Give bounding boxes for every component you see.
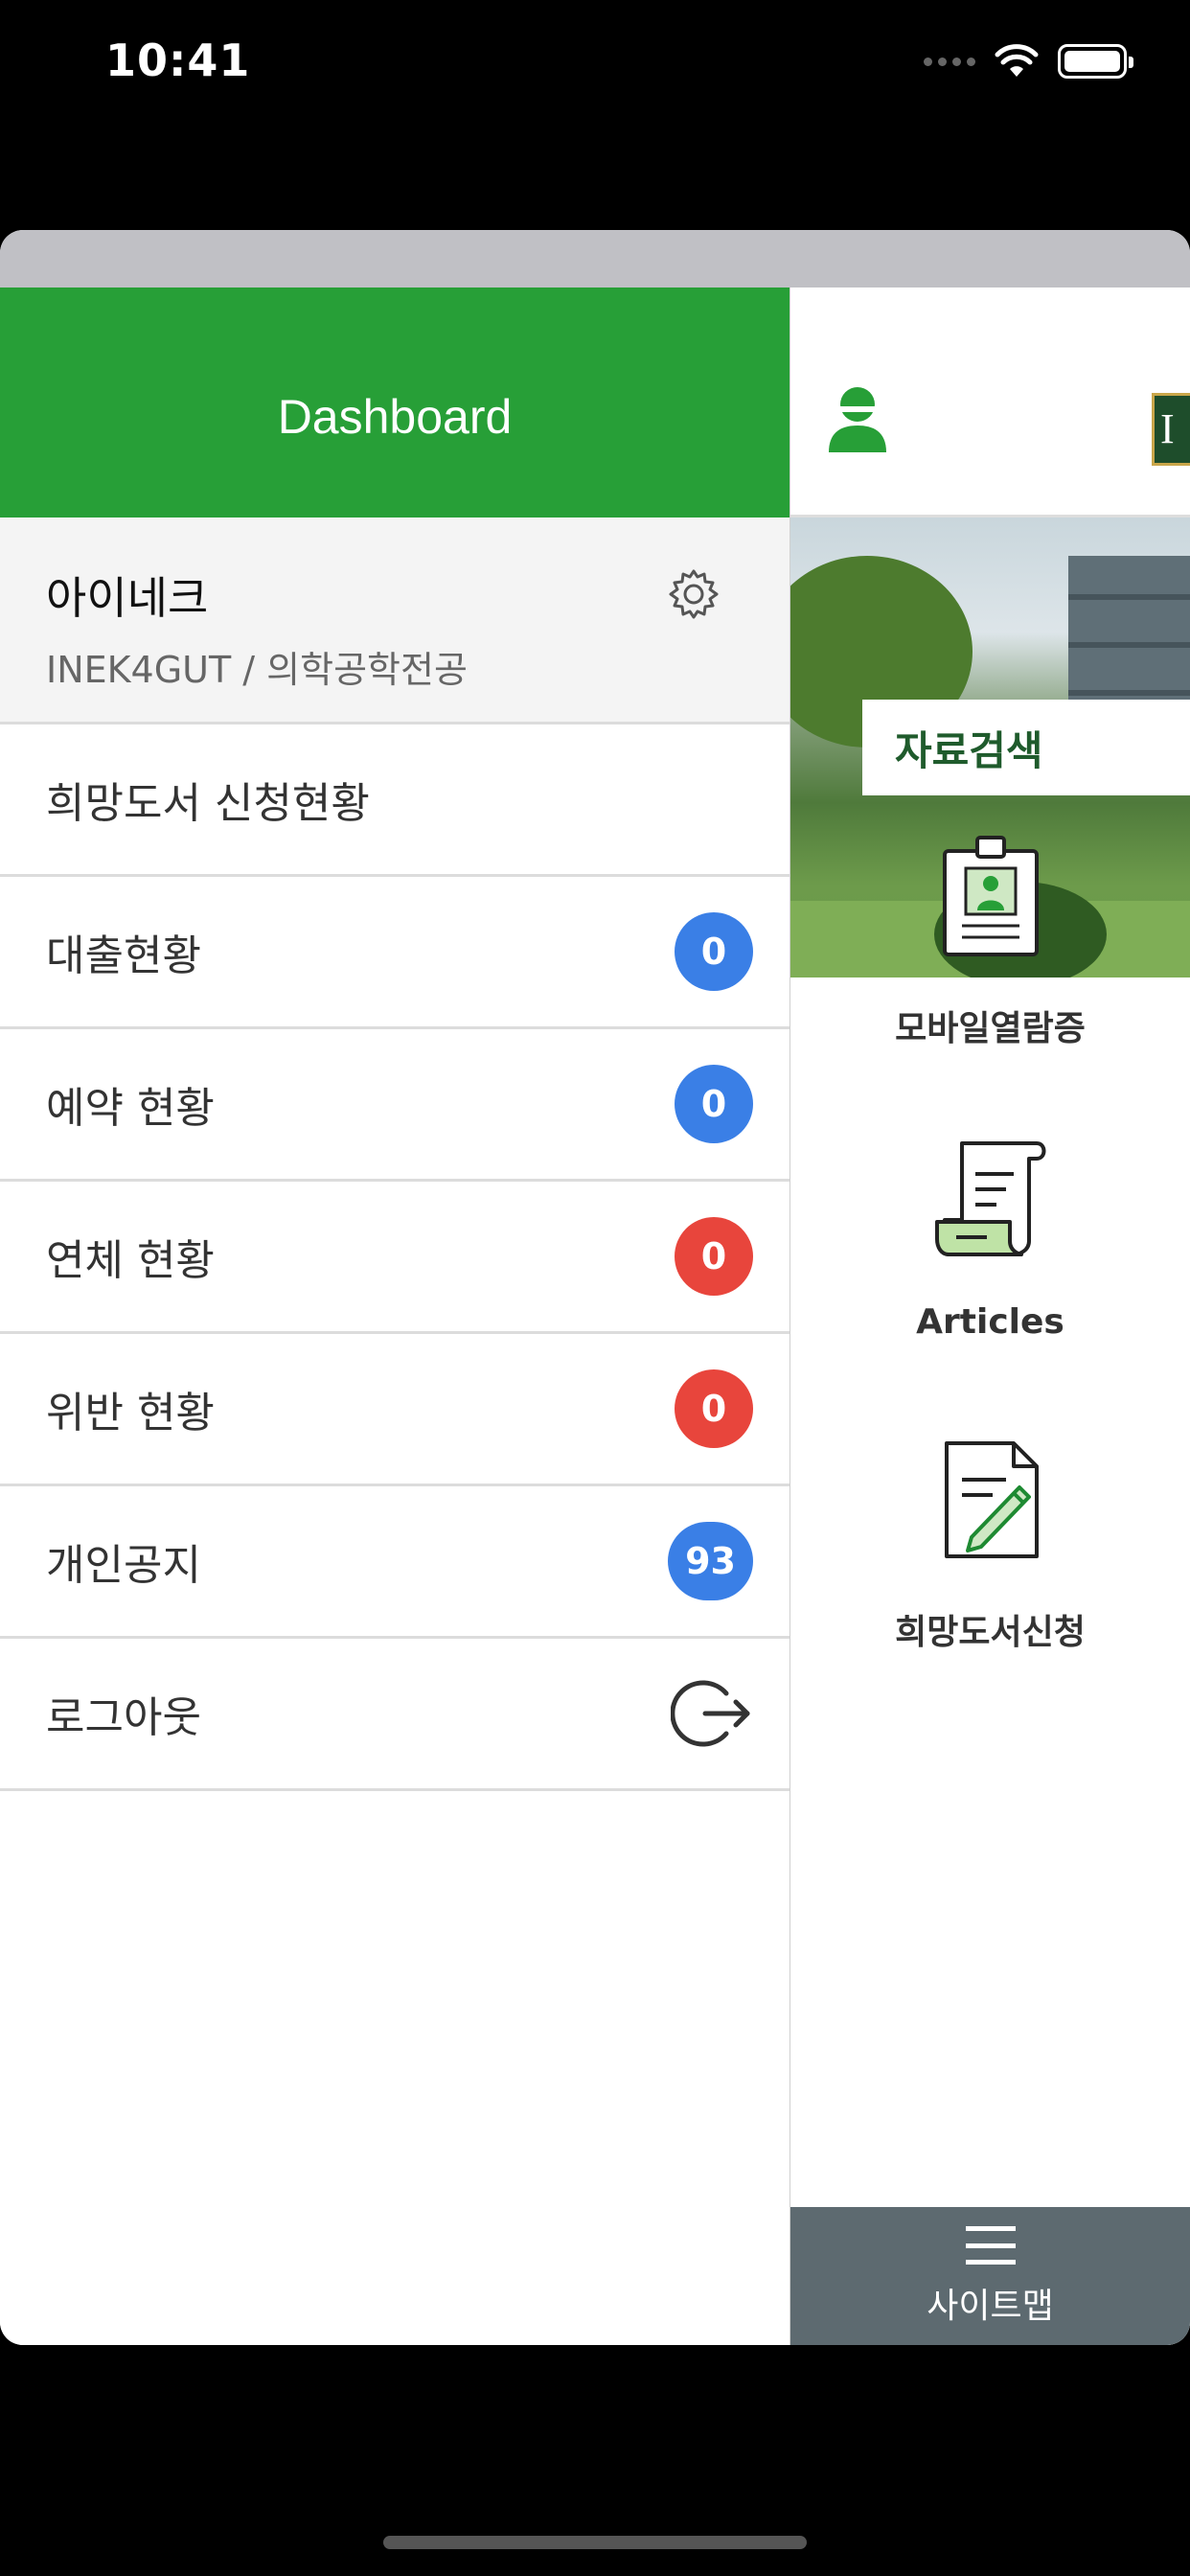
sitemap-label: 사이트맵	[927, 2287, 1054, 2326]
side-drawer: Dashboard 아이네크 INEK4GUT / 의학공학전공 희망도서 신청…	[0, 288, 790, 2345]
menu-item-loan-status[interactable]: 대출현황 0	[0, 877, 790, 1029]
menu-item-label: 예약 현황	[46, 1084, 215, 1133]
quick-link-label: 모바일열람증	[895, 1009, 1086, 1048]
home-indicator[interactable]	[383, 2536, 807, 2549]
library-logo: I	[1152, 393, 1190, 466]
status-time: 10:41	[105, 34, 251, 86]
main-content: I 자료검색 모바일열람증 Articles 희망도서신청 사이트맵	[790, 288, 1190, 2345]
gear-icon[interactable]	[665, 565, 722, 623]
drawer-header: Dashboard	[0, 288, 790, 518]
menu-item-label: 희망도서 신청현황	[46, 779, 370, 828]
status-icons	[924, 44, 1133, 79]
sitemap-button[interactable]: 사이트맵	[790, 2207, 1190, 2345]
main-header: I	[790, 288, 1190, 518]
search-button[interactable]: 자료검색	[862, 700, 1190, 795]
menu-item-label: 개인공지	[46, 1541, 201, 1590]
scroll-document-icon	[934, 1141, 1045, 1256]
count-badge: 93	[668, 1522, 753, 1600]
quick-link-wish-book[interactable]: 희망도서신청	[790, 1438, 1190, 1654]
menu-item-label: 연체 현황	[46, 1236, 215, 1285]
count-badge: 0	[675, 1065, 753, 1143]
quick-link-label: 희망도서신청	[895, 1613, 1086, 1652]
quick-link-mobile-id[interactable]: 모바일열람증	[790, 834, 1190, 1050]
profile-id-department: INEK4GUT / 의학공학전공	[46, 649, 468, 691]
menu-item-personal-notice[interactable]: 개인공지 93	[0, 1486, 790, 1639]
count-badge: 0	[675, 1369, 753, 1448]
menu-item-reservation-status[interactable]: 예약 현황 0	[0, 1029, 790, 1182]
wifi-icon	[995, 44, 1039, 77]
hamburger-icon	[965, 2226, 1016, 2265]
menu-item-label: 로그아웃	[46, 1693, 201, 1742]
user-icon[interactable]	[821, 381, 894, 454]
quick-link-label: Articles	[916, 1302, 1064, 1342]
battery-icon	[1058, 44, 1133, 79]
menu-item-violation-status[interactable]: 위반 현황 0	[0, 1334, 790, 1486]
count-badge: 0	[675, 912, 753, 991]
modal-sheet: Dashboard 아이네크 INEK4GUT / 의학공학전공 희망도서 신청…	[0, 230, 1190, 2345]
drawer-title: Dashboard	[277, 390, 513, 444]
sheet-top-strip	[0, 230, 1190, 288]
menu-item-label: 위반 현황	[46, 1389, 215, 1438]
logout-icon	[671, 1680, 750, 1747]
menu-item-label: 대출현황	[46, 932, 201, 980]
menu-item-overdue-status[interactable]: 연체 현황 0	[0, 1182, 790, 1334]
menu-item-logout[interactable]: 로그아웃	[0, 1639, 790, 1791]
mobile-id-card-icon	[942, 836, 1039, 956]
profile-section: 아이네크 INEK4GUT / 의학공학전공	[0, 518, 790, 724]
document-pen-icon	[944, 1441, 1039, 1558]
status-bar: 10:41	[0, 0, 1190, 134]
menu-item-wish-book-status[interactable]: 희망도서 신청현황	[0, 724, 790, 877]
count-badge: 0	[675, 1217, 753, 1296]
signal-icon	[924, 57, 975, 66]
quick-link-articles[interactable]: Articles	[790, 1136, 1190, 1342]
